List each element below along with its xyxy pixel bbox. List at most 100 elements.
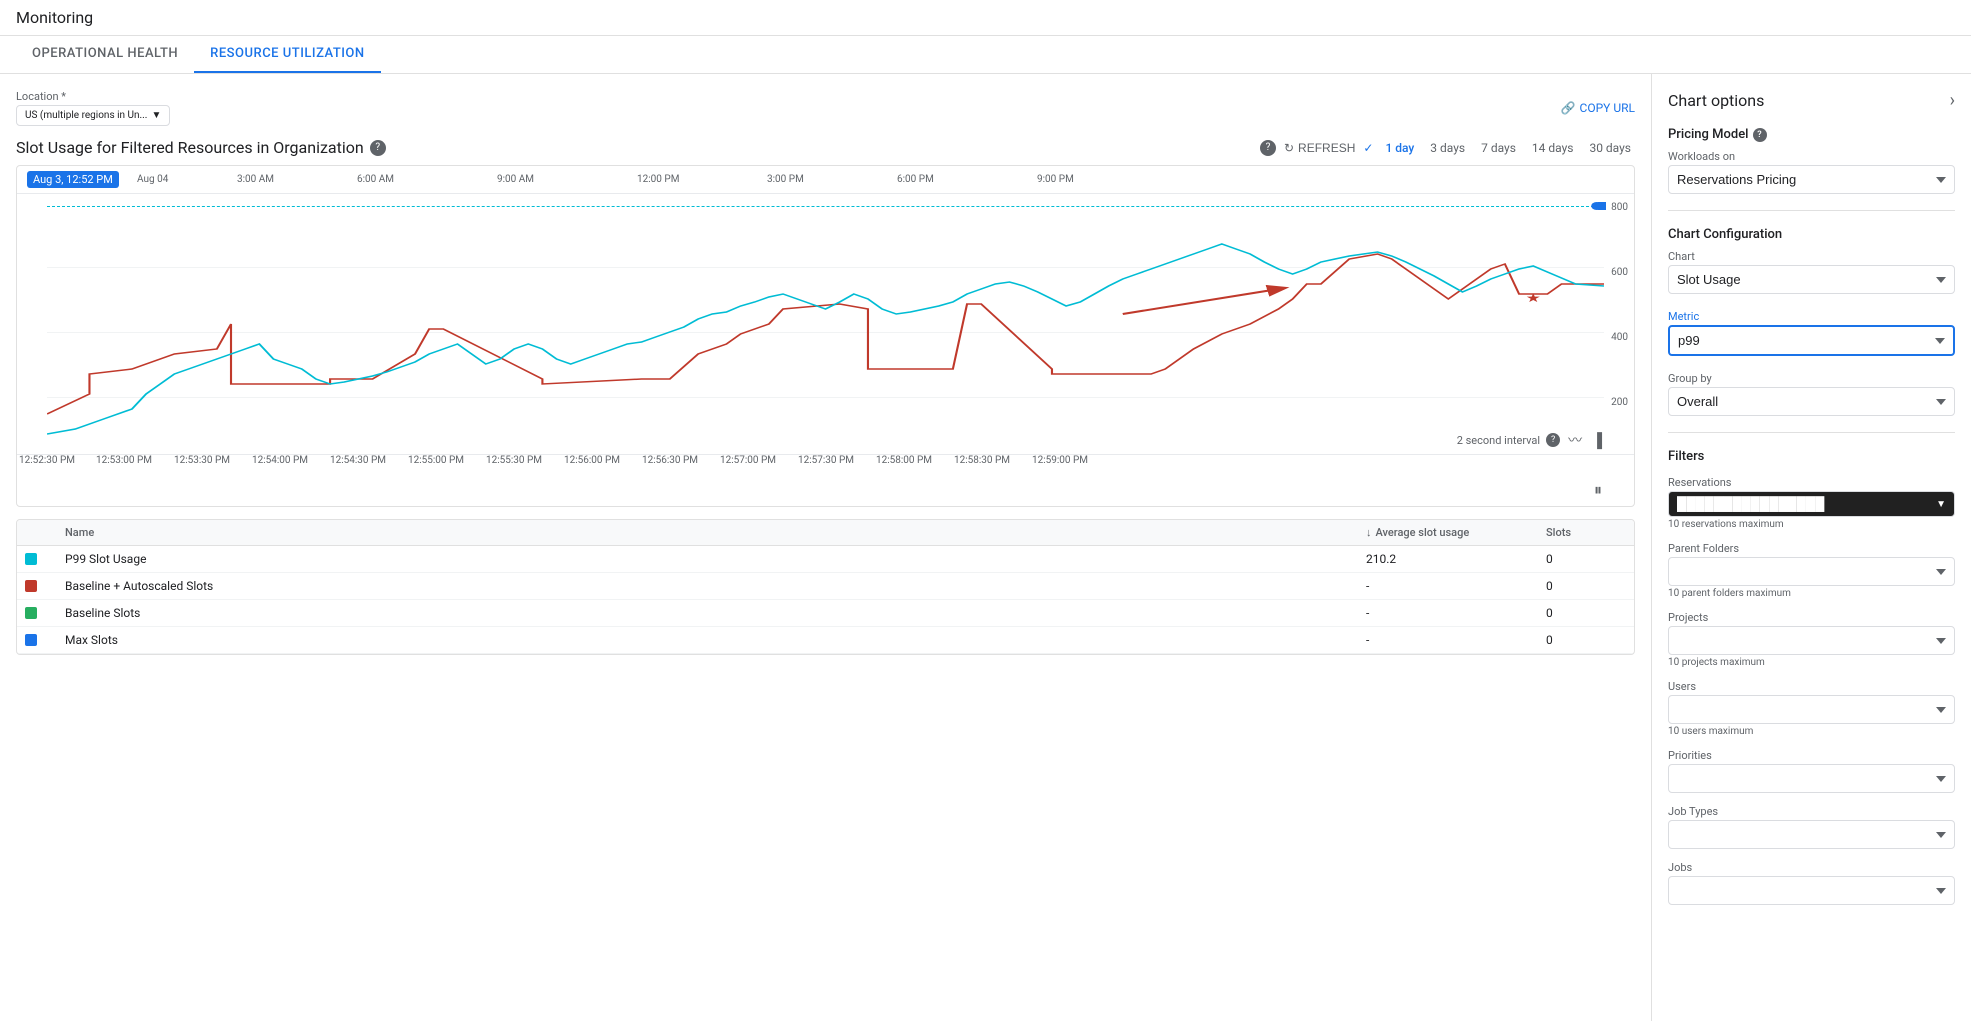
- parent-folders-select[interactable]: [1668, 557, 1955, 586]
- pricing-help-icon[interactable]: ?: [1753, 128, 1767, 142]
- legend-avg-p99: 210.2: [1366, 552, 1546, 566]
- x-label-5: 12:55:00 PM: [408, 455, 464, 466]
- chart-title-help-icon[interactable]: ?: [370, 140, 386, 156]
- chart-line-icon[interactable]: 〰: [1566, 428, 1584, 452]
- legend-col-name: Name: [65, 526, 1366, 539]
- chart-svg: ★: [47, 194, 1604, 454]
- legend-name-p99: P99 Slot Usage: [65, 552, 1366, 566]
- reservations-select[interactable]: ████████████████ ▼: [1668, 491, 1955, 517]
- x-label-10: 12:57:30 PM: [798, 455, 854, 466]
- x-label-0: 12:52:30 PM: [19, 455, 75, 466]
- chart-header: Slot Usage for Filtered Resources in Org…: [16, 138, 1635, 157]
- panel-title: Chart options: [1668, 91, 1764, 110]
- x-label-11: 12:58:00 PM: [876, 455, 932, 466]
- workloads-select[interactable]: Reservations Pricing: [1668, 165, 1955, 194]
- legend-color-p99: [25, 553, 37, 565]
- x-label-13: 12:59:00 PM: [1032, 455, 1088, 466]
- chart-title-area: Slot Usage for Filtered Resources in Org…: [16, 138, 386, 157]
- active-day-check: ✓: [1363, 141, 1373, 155]
- legend-row-p99: P99 Slot Usage 210.2 0: [17, 546, 1634, 573]
- panel-close-button[interactable]: ›: [1950, 90, 1955, 111]
- y-label-200: 200: [1611, 397, 1628, 408]
- location-bar: Location * US (multiple regions in Un...…: [16, 90, 1635, 126]
- pricing-model-title: Pricing Model ?: [1668, 127, 1955, 142]
- location-value: US (multiple regions in Un...: [25, 110, 147, 121]
- jobs-label: Jobs: [1668, 861, 1955, 874]
- legend-slots-baseline: 0: [1546, 606, 1626, 620]
- metric-select[interactable]: p99: [1668, 325, 1955, 356]
- legend-row-baseline-auto: Baseline + Autoscaled Slots - 0: [17, 573, 1634, 600]
- day-btn-14[interactable]: 14 days: [1528, 139, 1578, 157]
- parent-folders-sublabel: 10 parent folders maximum: [1668, 588, 1955, 599]
- chart-bar-icon[interactable]: ▐: [1590, 430, 1604, 450]
- chart-help-icon[interactable]: ?: [1260, 140, 1276, 156]
- day-btn-7[interactable]: 7 days: [1477, 139, 1520, 157]
- legend-header: Name ↓ Average slot usage Slots: [17, 520, 1634, 546]
- location-field: Location * US (multiple regions in Un...…: [16, 90, 170, 126]
- projects-select[interactable]: [1668, 626, 1955, 655]
- legend-row-baseline: Baseline Slots - 0: [17, 600, 1634, 627]
- reservations-chevron: ▼: [1936, 499, 1946, 510]
- timeline-9pm: 9:00 PM: [1037, 174, 1074, 185]
- copy-url-button[interactable]: 🔗 COPY URL: [1561, 101, 1635, 115]
- refresh-button[interactable]: ↻ REFRESH: [1284, 141, 1355, 155]
- x-label-12: 12:58:30 PM: [954, 455, 1010, 466]
- pricing-model-field: Workloads on Reservations Pricing: [1668, 150, 1955, 194]
- legend-col-avg: ↓ Average slot usage: [1366, 526, 1546, 539]
- x-label-6: 12:55:30 PM: [486, 455, 542, 466]
- chart-select[interactable]: Slot Usage: [1668, 265, 1955, 294]
- timeline-aug04: Aug 04: [137, 174, 168, 185]
- metric-label: Metric: [1668, 310, 1955, 323]
- group-by-select[interactable]: Overall: [1668, 387, 1955, 416]
- interval-help-icon[interactable]: ?: [1546, 433, 1560, 447]
- legend-avg-baseline: -: [1366, 606, 1546, 620]
- interval-label: 2 second interval: [1457, 434, 1540, 447]
- legend-slots-max: 0: [1546, 633, 1626, 647]
- job-types-select[interactable]: [1668, 820, 1955, 849]
- day-btn-3[interactable]: 3 days: [1426, 139, 1469, 157]
- panel-header: Chart options ›: [1668, 90, 1955, 111]
- chart-config-title: Chart Configuration: [1668, 227, 1955, 242]
- x-axis: 12:52:30 PM 12:53:00 PM 12:53:30 PM 12:5…: [17, 454, 1634, 476]
- timeline-start-indicator: Aug 3, 12:52 PM: [27, 171, 119, 188]
- tab-operational-health[interactable]: OPERATIONAL HEALTH: [16, 36, 194, 73]
- reservations-field: Reservations ████████████████ ▼ 10 reser…: [1668, 476, 1955, 530]
- jobs-field: Jobs: [1668, 861, 1955, 905]
- sort-icon: ↓: [1366, 526, 1372, 539]
- day-btn-30[interactable]: 30 days: [1585, 139, 1635, 157]
- reservations-label: Reservations: [1668, 476, 1955, 489]
- x-label-7: 12:56:00 PM: [564, 455, 620, 466]
- users-select[interactable]: [1668, 695, 1955, 724]
- legend-name-baseline-auto: Baseline + Autoscaled Slots: [65, 579, 1366, 593]
- legend-avg-max: -: [1366, 633, 1546, 647]
- priorities-select[interactable]: [1668, 764, 1955, 793]
- legend-color-baseline-auto: [25, 580, 37, 592]
- pause-button[interactable]: ⏸: [1592, 480, 1604, 502]
- job-types-label: Job Types: [1668, 805, 1955, 818]
- y-label-400: 400: [1611, 332, 1628, 343]
- timeline-12pm: 12:00 PM: [637, 174, 679, 185]
- tab-resource-utilization[interactable]: RESOURCE UTILIZATION: [194, 36, 380, 73]
- legend-slots-p99: 0: [1546, 552, 1626, 566]
- users-field: Users 10 users maximum: [1668, 680, 1955, 737]
- refresh-icon: ↻: [1284, 141, 1294, 155]
- pause-controls: ⏸: [17, 476, 1634, 506]
- location-select[interactable]: US (multiple regions in Un... ▼: [16, 105, 170, 126]
- reservations-value: ████████████████: [1677, 496, 1936, 512]
- x-label-2: 12:53:30 PM: [174, 455, 230, 466]
- projects-field: Projects 10 projects maximum: [1668, 611, 1955, 668]
- legend-name-baseline: Baseline Slots: [65, 606, 1366, 620]
- jobs-select[interactable]: [1668, 876, 1955, 905]
- filters-title: Filters: [1668, 449, 1955, 464]
- content-area: Location * US (multiple regions in Un...…: [0, 74, 1651, 1021]
- right-panel: Chart options › Pricing Model ? Workload…: [1651, 74, 1971, 1021]
- users-sublabel: 10 users maximum: [1668, 726, 1955, 737]
- priorities-label: Priorities: [1668, 749, 1955, 762]
- day-btn-1[interactable]: 1 day: [1381, 139, 1418, 157]
- parent-folders-field: Parent Folders 10 parent folders maximum: [1668, 542, 1955, 599]
- location-label: Location *: [16, 90, 170, 103]
- timeline-3pm: 3:00 PM: [767, 174, 804, 185]
- svg-text:★: ★: [1526, 291, 1541, 306]
- timeline-3am: 3:00 AM: [237, 174, 274, 185]
- job-types-field: Job Types: [1668, 805, 1955, 849]
